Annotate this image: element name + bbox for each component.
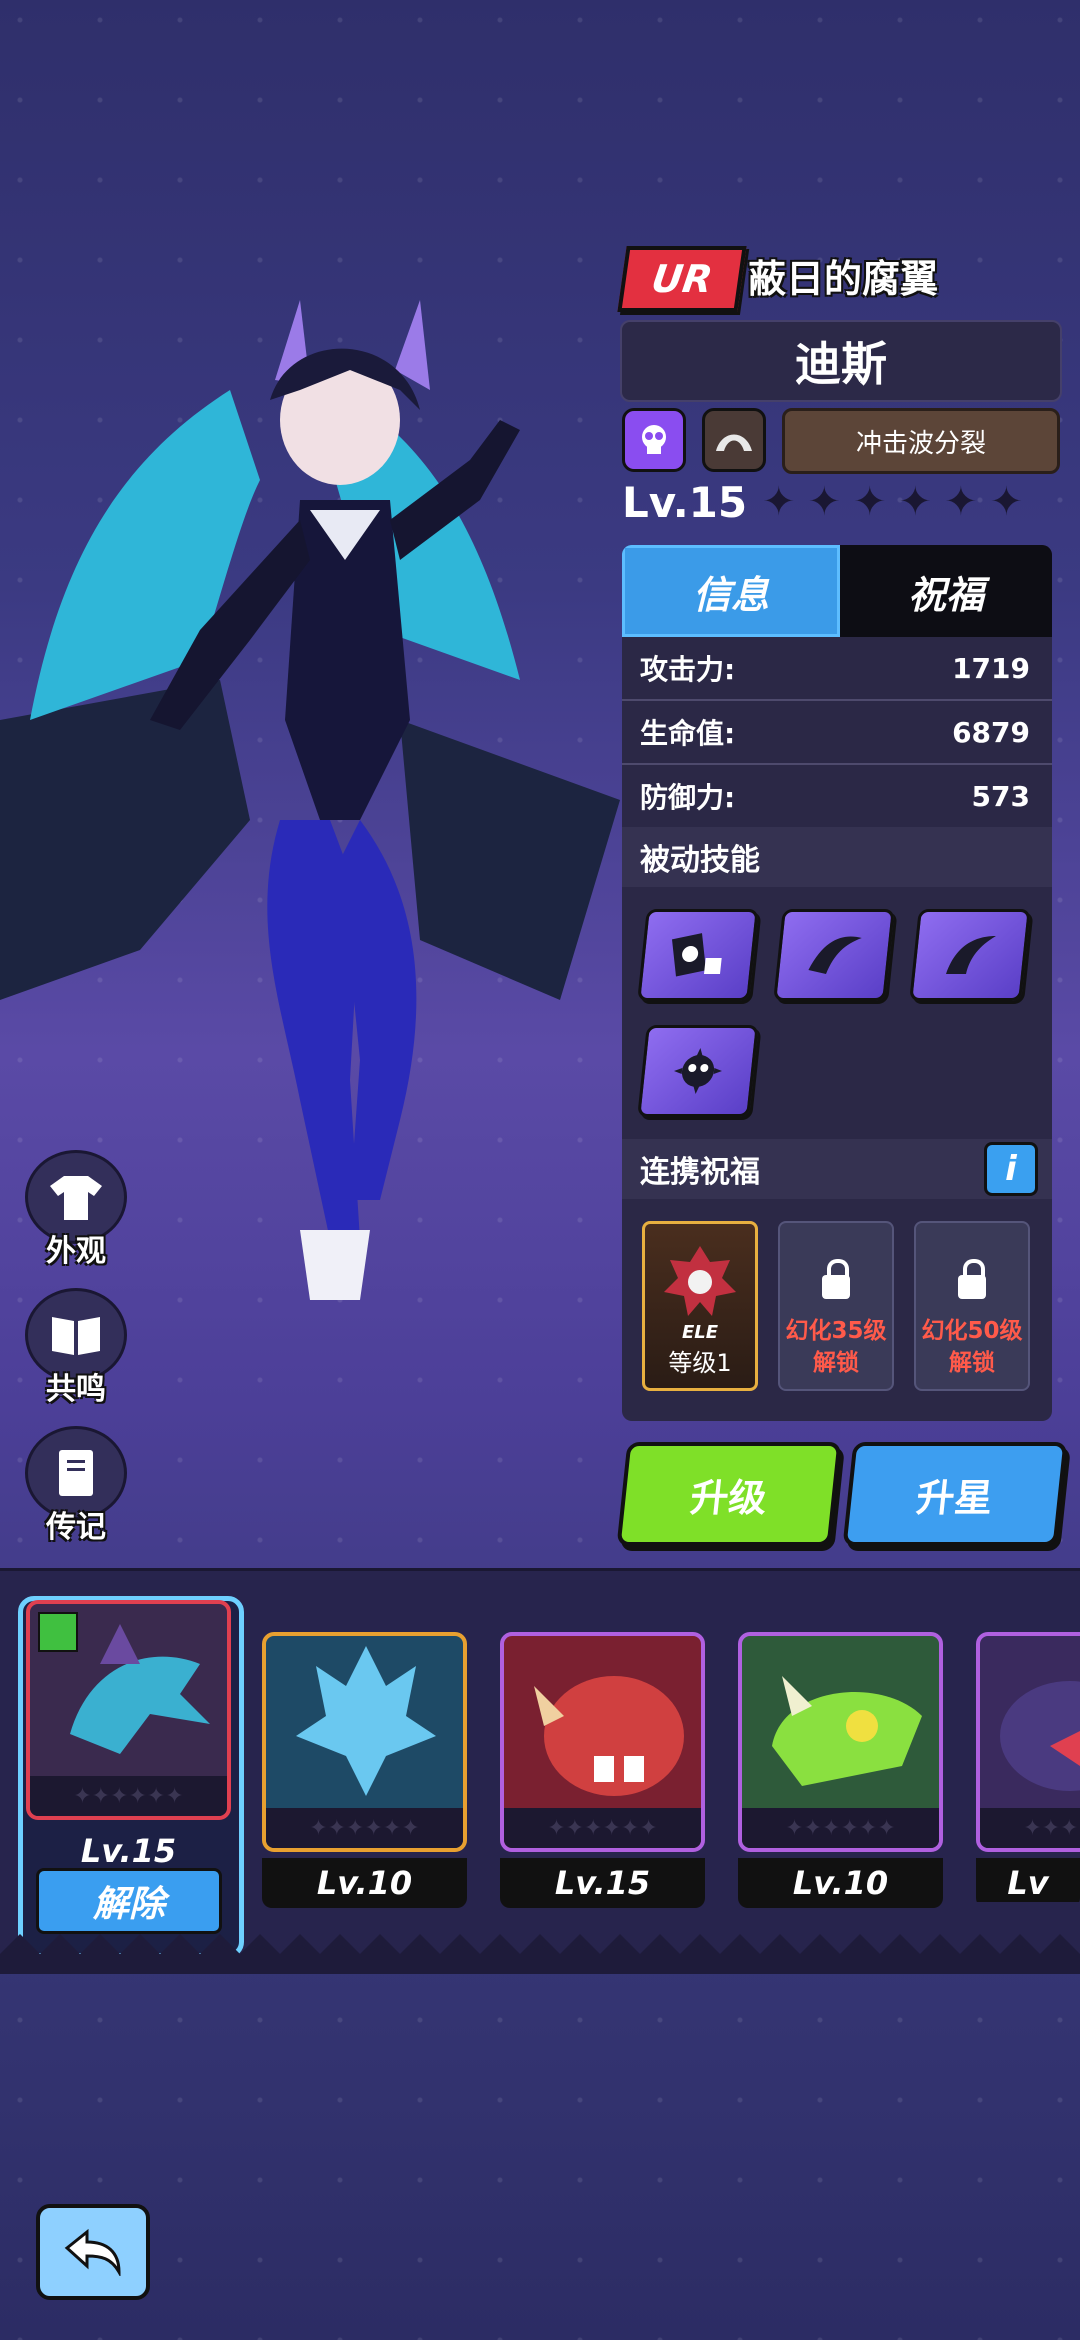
tab-blessing[interactable]: 祝福 (840, 545, 1052, 637)
stat-value: 573 (971, 779, 1030, 813)
skull-element-icon[interactable] (622, 408, 686, 472)
ice-beast-icon (296, 1646, 436, 1796)
ele-badge: ELE (681, 1322, 719, 1343)
star-up-button[interactable]: 升星 (842, 1442, 1068, 1546)
star-icon: ✦ (898, 479, 933, 525)
remove-button[interactable]: 解除 (36, 1868, 222, 1934)
blessing-level: 等级1 (668, 1349, 732, 1377)
roster-card-portrait: ✦✦✦✦✦✦ (738, 1632, 943, 1852)
blessing-slot-active[interactable]: ELE 等级1 (642, 1221, 758, 1391)
star-icon: ✦ (944, 479, 978, 525)
linked-blessing-header: 连携祝福 i (622, 1139, 1052, 1199)
card-stars: ✦✦✦✦✦✦ (30, 1776, 227, 1816)
roster-card-portrait: ✦✦✦✦✦✦ (976, 1632, 1080, 1852)
star-icon: ✦ (989, 479, 1024, 525)
passive-skills-title: 被动技能 (640, 843, 760, 878)
upgrade-button[interactable]: 升级 (616, 1442, 842, 1546)
info-panel: 信息 祝福 攻击力: 1719 生命值: 6879 防御力: 573 被动技能 … (622, 545, 1052, 1421)
purple-beast-icon (1000, 1681, 1080, 1791)
roster-card[interactable]: ✦✦✦✦✦✦ Lv.15 (500, 1632, 705, 1908)
skill-tag[interactable]: 冲击波分裂 (782, 408, 1060, 474)
roster-divider (0, 1934, 1080, 1974)
roster-card-portrait: ✦✦✦✦✦✦ (500, 1632, 705, 1852)
card-stars: ✦✦✦✦✦✦ (980, 1808, 1080, 1848)
card-stars: ✦✦✦✦✦✦ (742, 1808, 939, 1848)
roster-level: Lv.10 (738, 1858, 943, 1908)
roster-level: Lv.15 (500, 1858, 705, 1908)
green-monster-icon (772, 1676, 922, 1786)
unlock-condition: 幻化50级 (921, 1317, 1023, 1344)
star-rating: ✦ ✦ ✦ ✦ ✦ ✦ (762, 482, 1023, 522)
blessing-slot-locked[interactable]: 幻化50级 解锁 (914, 1221, 1030, 1391)
blessing-slot-locked[interactable]: 幻化35级 解锁 (778, 1221, 894, 1391)
star-icon: ✦ (807, 479, 842, 525)
wing-icon[interactable] (773, 909, 895, 1001)
passive-skills-list (622, 887, 1052, 1139)
claw-icon[interactable] (909, 909, 1031, 1001)
info-button[interactable]: i (984, 1142, 1038, 1196)
roster-card[interactable]: ✦✦✦✦✦✦ Lv.10 (738, 1632, 943, 1908)
stat-row-hp: 生命值: 6879 (622, 701, 1052, 765)
stat-row-attack: 攻击力: 1719 (622, 637, 1052, 701)
lock-icon (822, 1258, 850, 1299)
appearance-label: 外观 (46, 1234, 106, 1269)
back-arrow-icon (64, 2228, 121, 2276)
stat-row-defense: 防御力: 573 (622, 765, 1052, 827)
spike-skull-icon[interactable] (637, 1025, 759, 1117)
biography-label: 传记 (46, 1510, 106, 1545)
roster-level: Lv.10 (262, 1858, 467, 1908)
resonance-label: 共鸣 (46, 1372, 106, 1407)
stat-label: 生命值: (640, 717, 736, 750)
stat-value: 6879 (952, 715, 1030, 749)
linked-blessing-title: 连携祝福 (640, 1155, 760, 1190)
monster-portrait-icon (664, 1246, 736, 1316)
biography-button[interactable]: 传记 (25, 1426, 127, 1546)
roster-card-portrait: ✦✦✦✦✦✦ (26, 1600, 231, 1820)
resonance-button[interactable]: 共鸣 (25, 1288, 127, 1408)
star-icon: ✦ (762, 479, 796, 525)
roster-level: Lv (976, 1858, 1080, 1902)
roster-card[interactable]: ✦✦✦✦✦✦ Lv.15 (26, 1600, 231, 1870)
stat-label: 防御力: (640, 781, 736, 814)
person-icon (38, 1612, 78, 1652)
dice-skull-icon[interactable] (637, 909, 759, 1001)
card-stars: ✦✦✦✦✦✦ (504, 1808, 701, 1848)
roster-card[interactable]: ✦✦✦✦✦✦ Lv.10 (262, 1632, 467, 1908)
hero-name: 迪斯 (620, 320, 1062, 402)
arc-class-icon[interactable] (702, 408, 766, 472)
unlock-condition: 幻化35级 (785, 1317, 887, 1344)
panel-tabs: 信息 祝福 (622, 545, 1052, 637)
hero-level: Lv.15 (622, 478, 748, 527)
rarity-badge: UR (617, 246, 747, 312)
hero-title: 蔽日的腐翼 (748, 257, 939, 301)
appearance-button[interactable]: 外观 (25, 1150, 127, 1270)
red-monster-icon (534, 1676, 684, 1796)
passive-skills-header: 被动技能 (622, 827, 1052, 887)
star-icon: ✦ (853, 479, 887, 525)
tab-info[interactable]: 信息 (622, 545, 840, 637)
unlock-label: 解锁 (949, 1349, 995, 1376)
lock-icon (958, 1258, 986, 1299)
linked-blessing-list: ELE 等级1 幻化35级 解锁 幻化50级 解锁 (622, 1199, 1052, 1413)
stat-value: 1719 (952, 651, 1030, 685)
roster-card[interactable]: ✦✦✦✦✦✦ Lv (976, 1632, 1080, 1902)
back-button[interactable] (36, 2204, 150, 2300)
stat-label: 攻击力: (640, 653, 736, 686)
roster-card-portrait: ✦✦✦✦✦✦ (262, 1632, 467, 1852)
card-stars: ✦✦✦✦✦✦ (266, 1808, 463, 1848)
unlock-label: 解锁 (813, 1349, 859, 1376)
